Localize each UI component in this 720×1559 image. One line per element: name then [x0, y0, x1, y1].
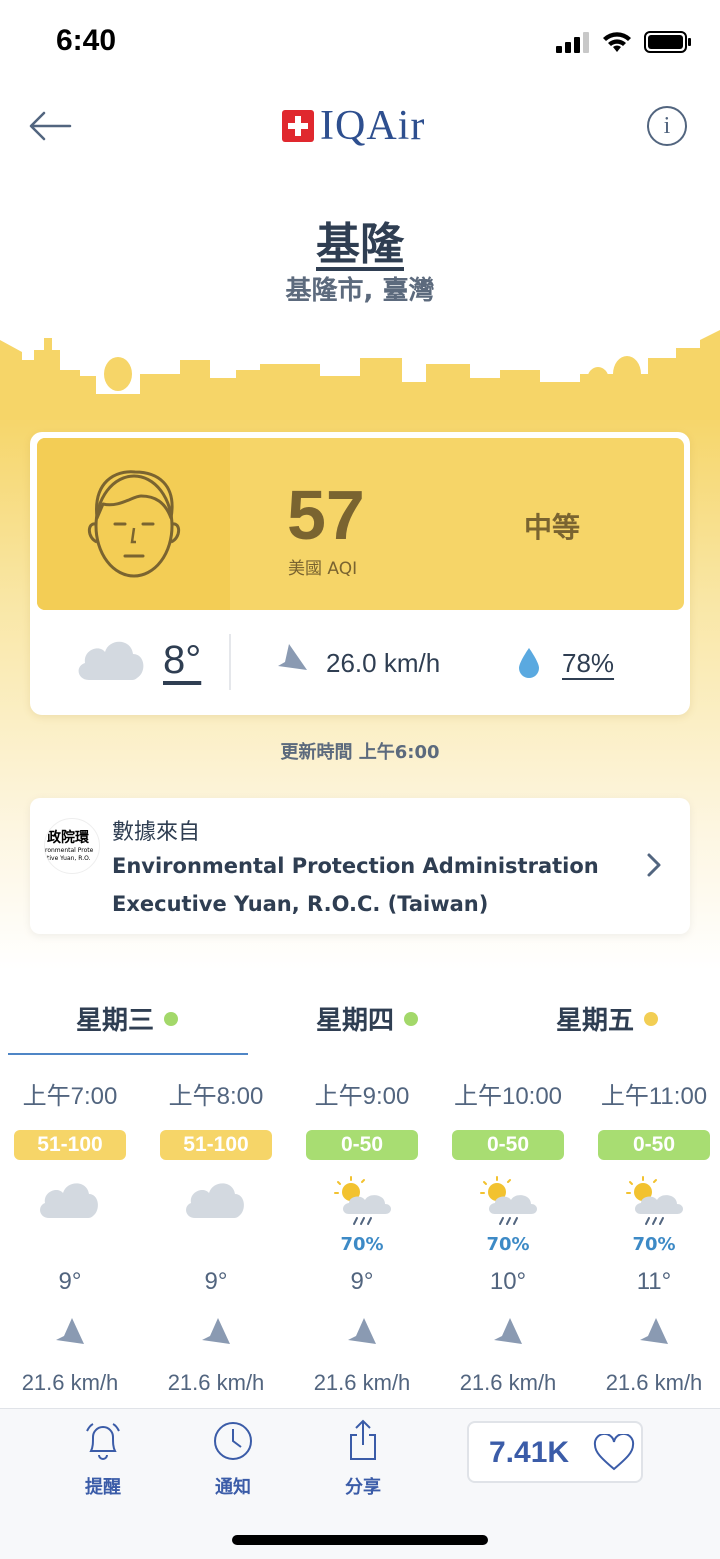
aqi-status: 中等 — [524, 511, 581, 544]
aqi-dot — [164, 1011, 179, 1026]
hour-time: 上午9:00 — [314, 1083, 410, 1110]
temperature-value[interactable]: 8° — [163, 638, 201, 683]
face-icon — [87, 470, 181, 578]
status-icons — [556, 30, 692, 54]
hour-time: 上午10:00 — [453, 1083, 563, 1110]
wind-direction-icon — [278, 644, 307, 670]
source-logo: 政院環 ronmental Prote tive Yuan, R.O. — [44, 818, 100, 874]
hour-wind-speed: 21.6 km/h — [459, 1370, 557, 1395]
aqi-label: 美國 AQI — [288, 559, 358, 579]
tab-day-3[interactable]: 星期五 — [556, 1000, 659, 1037]
weather-row: 8° 26.0 km/h 78% — [37, 620, 684, 706]
aqi-range-badge: 0-50 — [598, 1130, 710, 1160]
hour-time: 上午11:00 — [600, 1083, 708, 1110]
aqi-range-badge: 51-100 — [14, 1130, 126, 1160]
skyline-illustration — [0, 330, 720, 420]
wind-direction-icon — [348, 1318, 376, 1344]
wifi-icon — [603, 32, 631, 52]
source-name-line1: Environmental Protection Administration — [112, 854, 599, 878]
iqair-logo: IQAir — [282, 104, 425, 148]
status-time: 6:40 — [56, 24, 117, 57]
logo-text: IQAir — [320, 103, 426, 149]
wind-direction-icon — [494, 1318, 522, 1344]
aqi-dot — [404, 1011, 419, 1026]
back-arrow-icon[interactable] — [26, 104, 76, 148]
clock-icon — [214, 1422, 252, 1460]
wind-direction-icon — [640, 1318, 668, 1344]
source-name-line2: Executive Yuan, R.O.C. (Taiwan) — [112, 892, 489, 916]
hour-temperature: 9° — [58, 1268, 82, 1295]
battery-icon — [644, 31, 691, 53]
chevron-right-icon — [647, 853, 661, 877]
aqi-dot — [644, 1011, 659, 1026]
city-title[interactable]: 基隆 — [0, 208, 720, 272]
bell-icon — [86, 1423, 120, 1460]
wind-direction-icon — [202, 1318, 230, 1344]
signal-icon — [556, 32, 589, 53]
rain-chance: 70% — [486, 1234, 530, 1255]
sun-rain-icon — [334, 1176, 391, 1225]
rain-chance: 70% — [632, 1234, 676, 1255]
bottom-bar: 提醒 通知 分享 7.41K — [0, 1408, 720, 1559]
notifications-button[interactable]: 通知 — [183, 1419, 283, 1499]
wind-speed-value: 26.0 km/h — [326, 648, 441, 678]
swiss-cross-icon — [282, 110, 314, 142]
hour-wind-speed: 21.6 km/h — [167, 1370, 265, 1395]
like-button[interactable]: 7.41K — [467, 1421, 643, 1483]
aqi-value: 57 — [287, 476, 365, 554]
rain-chance — [0, 1234, 140, 1256]
hourly-item: 上午9:00 0-50 70% 9° 21.6 km/h — [292, 1080, 432, 1396]
tab-day-2[interactable]: 星期四 — [316, 1000, 419, 1037]
humidity-drop-icon — [519, 648, 539, 678]
sun-rain-icon — [480, 1176, 537, 1225]
data-source-card[interactable]: 政院環 ronmental Prote tive Yuan, R.O. 數據來自… — [30, 798, 690, 934]
humidity-value[interactable]: 78% — [562, 648, 614, 679]
hourly-item: 上午8:00 51-100 9° 21.6 km/h — [146, 1080, 286, 1396]
active-tab-indicator — [8, 1053, 248, 1055]
like-count: 7.41K — [489, 1436, 570, 1469]
hour-time: 上午8:00 — [168, 1083, 264, 1110]
aqi-range-badge: 0-50 — [452, 1130, 564, 1160]
hourly-item: 上午11:00 0-50 70% 11° 21.6 km/h — [584, 1080, 720, 1396]
rain-chance: 70% — [340, 1234, 384, 1255]
hour-temperature: 11° — [636, 1268, 672, 1295]
hour-temperature: 10° — [489, 1268, 527, 1295]
aqi-range-badge: 0-50 — [306, 1130, 418, 1160]
cloud-icon — [186, 1183, 244, 1218]
hourly-item: 上午7:00 51-100 9° 21.6 km/h — [0, 1080, 140, 1396]
hour-temperature: 9° — [204, 1268, 228, 1295]
source-label: 數據來自 — [112, 820, 201, 845]
hour-wind-speed: 21.6 km/h — [605, 1370, 703, 1395]
rain-chance — [146, 1234, 286, 1256]
tab-day-1[interactable]: 星期三 — [76, 1000, 179, 1037]
aqi-panel[interactable]: 57 美國 AQI 中等 — [37, 438, 684, 610]
hour-wind-speed: 21.6 km/h — [313, 1370, 411, 1395]
updated-time: 更新時間 上午6:00 — [280, 742, 440, 763]
heart-icon — [593, 1434, 635, 1471]
region-subtitle: 基隆市, 臺灣 — [285, 276, 435, 306]
hour-time: 上午7:00 — [22, 1083, 118, 1110]
info-button[interactable]: i — [647, 106, 687, 146]
wind-direction-icon — [56, 1318, 84, 1344]
hour-wind-speed: 21.6 km/h — [21, 1370, 119, 1395]
hour-temperature: 9° — [350, 1268, 374, 1295]
hourly-item: 上午10:00 0-50 70% 10° 21.6 km/h — [438, 1080, 578, 1396]
info-icon: i — [663, 112, 671, 139]
divider — [229, 634, 231, 690]
sun-rain-icon — [626, 1176, 683, 1225]
cloud-icon — [78, 641, 144, 680]
share-icon — [350, 1419, 376, 1460]
aqi-range-badge: 51-100 — [160, 1130, 272, 1160]
alerts-button[interactable]: 提醒 — [53, 1419, 153, 1499]
face-panel — [37, 438, 230, 610]
cloud-icon — [40, 1183, 98, 1218]
share-button[interactable]: 分享 — [313, 1419, 413, 1499]
home-indicator — [232, 1535, 488, 1545]
